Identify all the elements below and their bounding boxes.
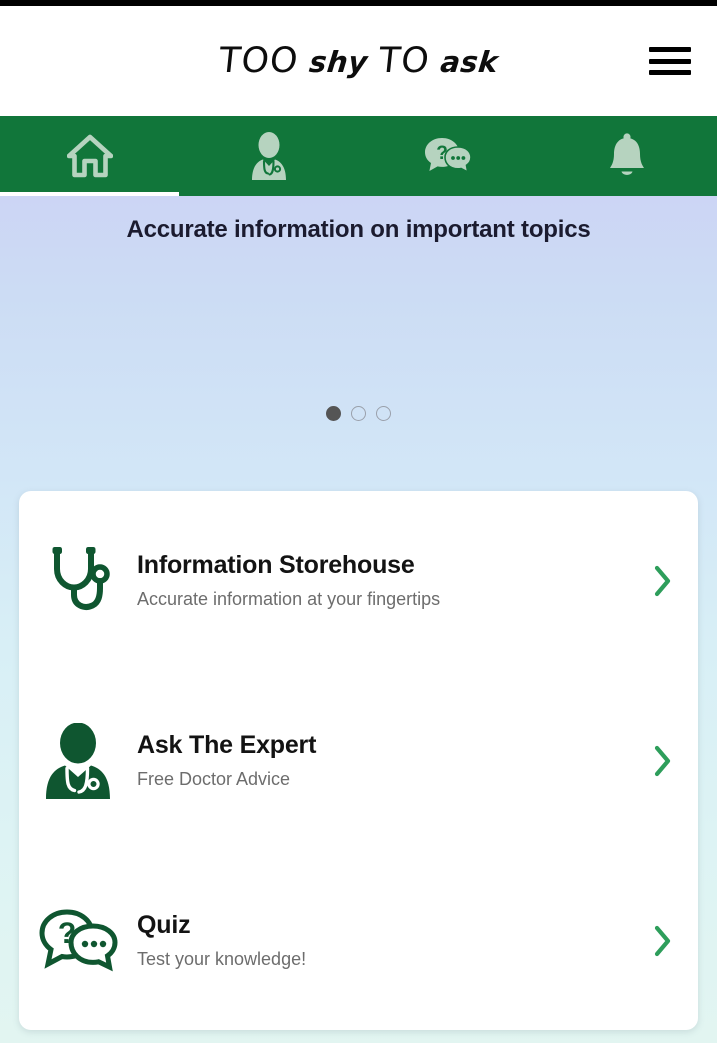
menu-item-ask-the-expert[interactable]: Ask The Expert Free Doctor Advice (19, 671, 698, 851)
hamburger-line-1 (649, 47, 691, 52)
stethoscope-icon (52, 547, 110, 610)
nav-tab-home[interactable] (0, 116, 180, 196)
main-menu-card: Information Storehouse Accurate informat… (19, 491, 698, 1030)
app-logo: TOO shy TO ask (217, 41, 501, 81)
row-text-wrap: Information Storehouse Accurate informat… (137, 551, 628, 610)
main-navbar: ? (0, 116, 717, 196)
row-chevron-wrap[interactable] (628, 564, 698, 598)
chevron-right-icon (654, 745, 671, 777)
menu-item-subtitle: Free Doctor Advice (137, 769, 291, 790)
carousel-dot-3[interactable] (376, 406, 391, 421)
row-chevron-wrap[interactable] (628, 744, 698, 778)
chevron-right-icon (654, 925, 671, 957)
carousel-dot-2[interactable] (351, 406, 366, 421)
app-root: TOO shy TO ask ? Accurate information on… (0, 0, 717, 1043)
row-text-wrap: Quiz Test your knowledge! (137, 911, 628, 970)
app-header: TOO shy TO ask (0, 6, 717, 116)
row-text-wrap: Ask The Expert Free Doctor Advice (137, 731, 628, 790)
hero-title: Accurate information on important topics (126, 216, 591, 243)
row-icon-wrap (19, 723, 137, 799)
menu-item-subtitle: Test your knowledge! (137, 949, 307, 970)
quiz-chat-icon: ? (39, 909, 118, 972)
quiz-chat-icon: ? (425, 138, 472, 174)
row-icon-wrap (19, 543, 137, 619)
row-icon-wrap: ? (19, 907, 137, 975)
nav-tab-notifications[interactable] (538, 116, 717, 196)
menu-item-title: Ask The Expert (137, 731, 317, 760)
chevron-right-icon (654, 565, 671, 597)
logo-word-1: TOO (216, 41, 301, 81)
menu-item-title: Information Storehouse (137, 551, 415, 580)
doctor-icon (251, 132, 286, 180)
carousel-dot-1[interactable] (326, 406, 341, 421)
logo-word-3: TO (376, 41, 432, 81)
menu-item-quiz[interactable]: ? Quiz Test your knowledge! (19, 851, 698, 1030)
menu-item-subtitle: Accurate information at your fingertips (137, 589, 441, 610)
carousel-dots (0, 406, 717, 421)
nav-tab-doctor[interactable] (179, 116, 358, 196)
menu-item-information-storehouse[interactable]: Information Storehouse Accurate informat… (19, 491, 698, 671)
hamburger-line-2 (649, 58, 691, 64)
logo-word-2: shy (307, 45, 370, 79)
menu-item-title: Quiz (137, 911, 191, 940)
hamburger-line-3 (649, 70, 691, 75)
doctor-bust-icon (46, 723, 110, 799)
logo-word-4: ask (438, 45, 500, 79)
hamburger-menu-icon[interactable] (649, 44, 693, 78)
hero-carousel: Accurate information on important topics (0, 196, 717, 486)
nav-tab-quiz[interactable]: ? (359, 116, 538, 196)
bell-icon (610, 133, 645, 175)
home-icon (66, 134, 113, 178)
row-chevron-wrap[interactable] (628, 924, 698, 958)
